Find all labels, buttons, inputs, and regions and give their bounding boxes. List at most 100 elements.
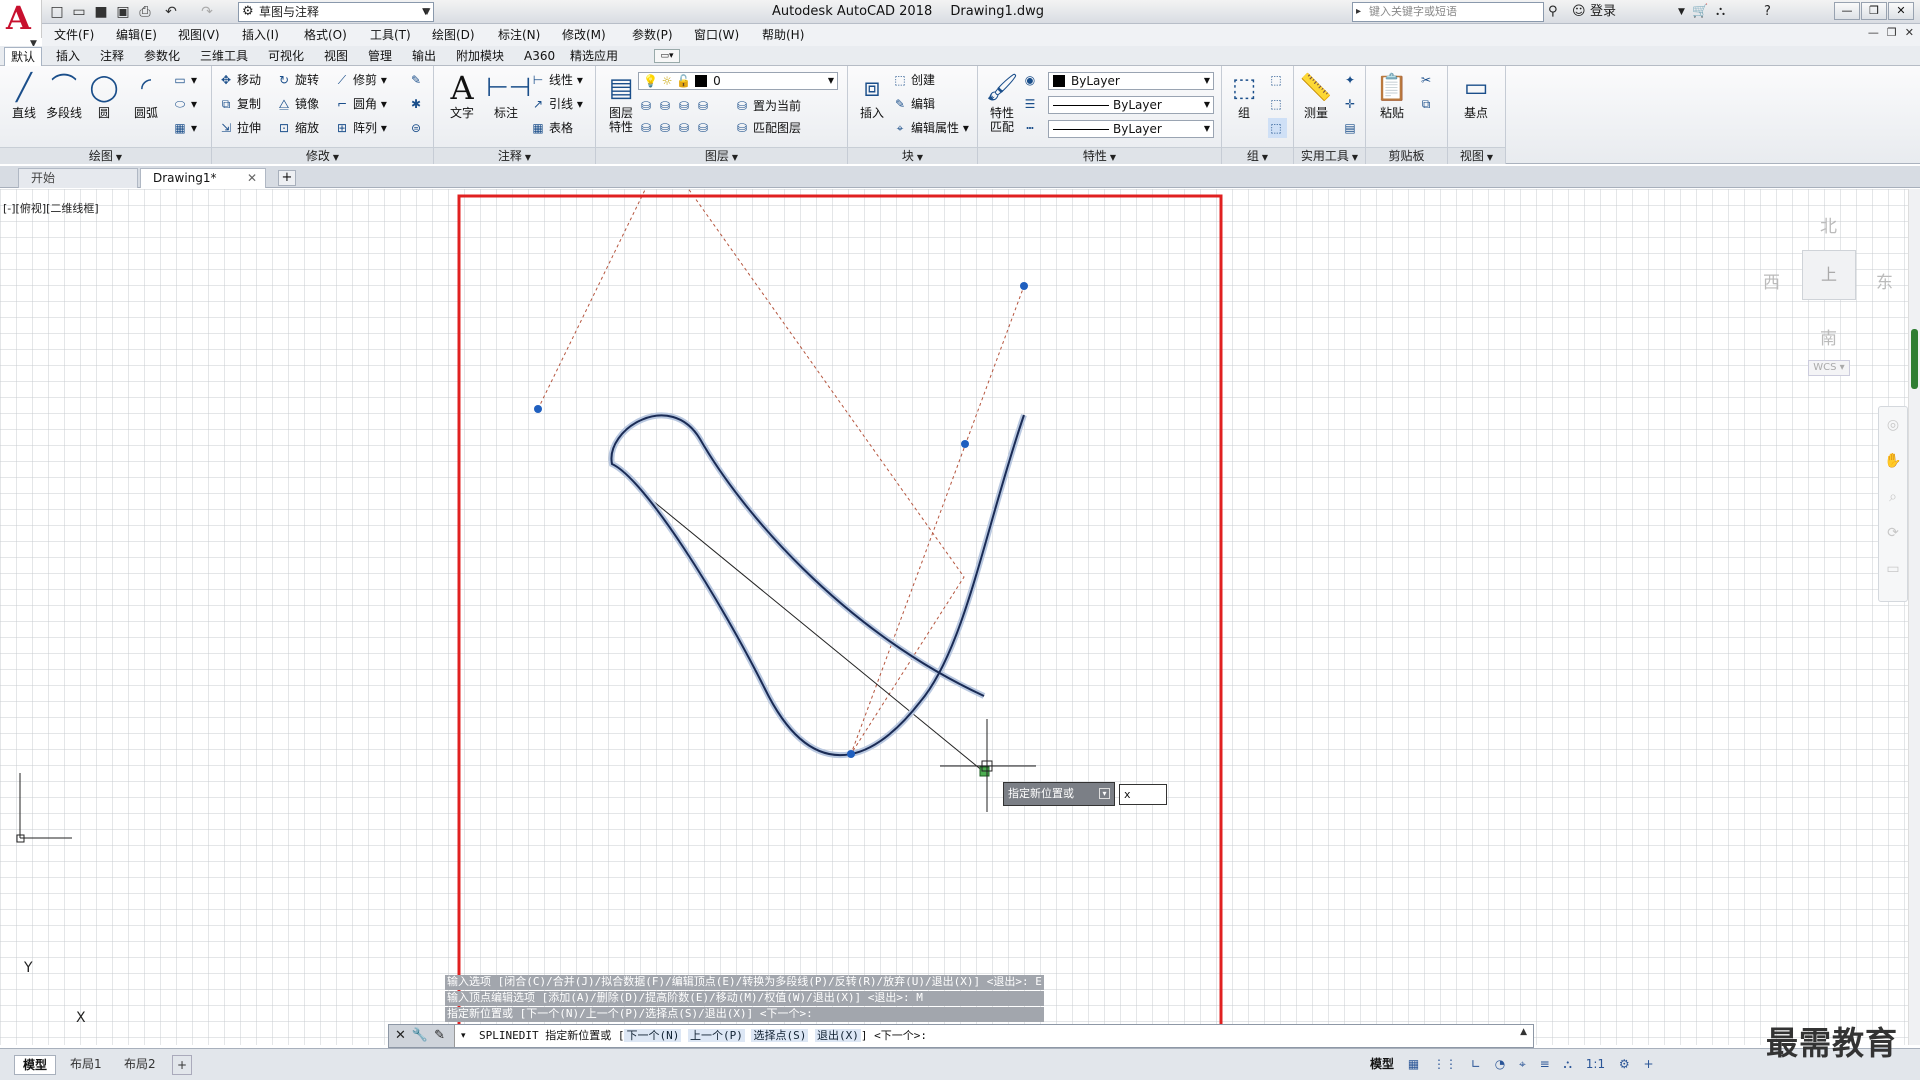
chevron-down-icon[interactable]: ▾ [461, 1025, 466, 1047]
viewcube-east[interactable]: 东 [1876, 268, 1893, 293]
options-arrow-icon[interactable]: ▾ [1099, 788, 1110, 799]
tab-a360[interactable]: A360 [518, 47, 561, 66]
undo-icon[interactable]: ↶ [162, 3, 180, 21]
control-vertex[interactable] [1020, 282, 1028, 290]
tab-parametric[interactable]: 参数化 [138, 47, 186, 66]
binoculars-icon[interactable]: ⚲ [1548, 3, 1558, 21]
menu-dimension[interactable]: 标注(N) [498, 24, 540, 46]
stretch-button[interactable]: ⇲ 拉伸 [218, 118, 261, 138]
orbit-icon[interactable]: ⟳ [1879, 515, 1907, 551]
viewcube-north[interactable]: 北 [1820, 212, 1837, 237]
vertical-scrollbar[interactable] [1908, 189, 1920, 1045]
option-next[interactable]: 下一个(N) [624, 1029, 682, 1042]
color-dropdown[interactable]: ByLayer ▼ [1048, 72, 1214, 90]
snap-icon[interactable]: ⋮⋮ [1433, 1057, 1457, 1071]
doc-close-button[interactable]: ✕ [1905, 26, 1914, 39]
help-icon[interactable]: ? [1764, 3, 1771, 21]
hatch-icon[interactable]: ▦ ▾ [172, 118, 197, 138]
array-button[interactable]: ⊞ 阵列 ▾ [334, 118, 387, 138]
doc-restore-button[interactable]: ❐ [1887, 26, 1897, 39]
tab-insert[interactable]: 插入 [50, 47, 86, 66]
search-input[interactable]: ▸ 键入关键字或短语 [1352, 2, 1544, 22]
panel-title-layers[interactable]: 图层 ▼ [596, 147, 847, 164]
doc-minimize-button[interactable]: — [1868, 26, 1879, 39]
rectangle-icon[interactable]: ▭ ▾ [172, 70, 197, 90]
minimize-button[interactable]: — [1834, 2, 1860, 20]
layout-tab-model[interactable]: 模型 [14, 1055, 57, 1075]
line-button[interactable]: ╱ 直线 [4, 70, 44, 130]
menu-modify[interactable]: 修改(M) [562, 24, 606, 46]
panel-title-draw[interactable]: 绘图 ▼ [0, 147, 211, 164]
layout-tab-layout2[interactable]: 布局2 [116, 1055, 164, 1073]
fillet-button[interactable]: ⌐ 圆角 ▾ [334, 94, 387, 114]
linetype-icon[interactable]: ┅ [1022, 118, 1041, 138]
settings-gear-icon[interactable]: ⚙ [1619, 1057, 1630, 1071]
scale-button[interactable]: ⊡ 缩放 [276, 118, 319, 138]
ortho-icon[interactable]: ∟ [1471, 1057, 1481, 1071]
mirror-button[interactable]: ⧋ 镜像 [276, 94, 319, 114]
redo-icon[interactable]: ↷ [198, 3, 216, 21]
match-properties-button[interactable]: 🖌 特性 匹配 [982, 70, 1022, 134]
trim-button[interactable]: ⟋ 修剪 ▾ [334, 70, 387, 90]
close-icon[interactable]: ✕ [395, 1028, 406, 1043]
maximize-button[interactable]: ❐ [1861, 2, 1887, 20]
copy-button[interactable]: ⧉ 复制 [218, 94, 261, 114]
edit-attributes-button[interactable]: ⌖ 编辑属性 ▾ [892, 118, 969, 138]
ellipse-icon[interactable]: ⬭ ▾ [172, 94, 197, 114]
tab-annotate[interactable]: 注释 [94, 47, 130, 66]
chevron-down-icon[interactable]: ▼ [1678, 3, 1685, 21]
create-block-button[interactable]: ⬚ 创建 [892, 70, 935, 90]
paste-button[interactable]: 📋 粘贴 [1372, 70, 1412, 130]
erase-button[interactable]: ✎ [408, 70, 427, 90]
linetype-dropdown[interactable]: ByLayer ▼ [1048, 96, 1214, 114]
user-icon[interactable]: ☺ [1572, 3, 1586, 21]
set-current-button[interactable]: ⛁ 置为当前 [734, 96, 801, 116]
close-button[interactable]: ✕ [1888, 2, 1914, 20]
panel-title-clipboard[interactable]: 剪贴板 [1366, 147, 1447, 164]
command-line[interactable]: ✕ 🔧 ✎ ▾ SPLINEDIT 指定新位置或 [下一个(N) 上一个(P) 选择… [388, 1024, 1534, 1048]
leader-button[interactable]: ↗ 引线 ▾ [530, 94, 583, 114]
tab-view[interactable]: 视图 [318, 47, 354, 66]
layer-properties-button[interactable]: ▤ 图层 特性 [600, 70, 642, 134]
group-button[interactable]: ⬚ 组 [1224, 70, 1264, 130]
print-icon[interactable]: ⎙ [136, 3, 154, 21]
viewcube-top-face[interactable]: 上 [1802, 250, 1856, 300]
table-button[interactable]: ▦ 表格 [530, 118, 573, 138]
tab-featured-apps[interactable]: 精选应用 [564, 47, 624, 66]
point-icon[interactable]: ✛ [1342, 94, 1361, 114]
match-layer-button[interactable]: ⛁ 匹配图层 [734, 118, 801, 138]
wrench-icon[interactable]: 🔧 [412, 1028, 428, 1043]
scale-label[interactable]: 1:1 [1586, 1057, 1605, 1071]
add-layout-button[interactable]: + [172, 1055, 193, 1075]
showmotion-icon[interactable]: ▭ [1879, 551, 1907, 587]
offset-button[interactable]: ⊜ [408, 118, 427, 138]
close-icon[interactable]: ✕ [247, 169, 257, 188]
menu-tools[interactable]: 工具(T) [370, 24, 411, 46]
panel-title-utilities[interactable]: 实用工具 ▼ [1294, 147, 1365, 164]
menu-draw[interactable]: 绘图(D) [432, 24, 475, 46]
polyline-button[interactable]: ⌒ 多段线 [42, 70, 86, 130]
viewcube-south[interactable]: 南 [1820, 324, 1837, 349]
control-vertex[interactable] [847, 750, 855, 758]
viewcube-west[interactable]: 西 [1763, 268, 1780, 293]
panel-title-annotation[interactable]: 注释 ▼ [434, 147, 595, 164]
edit-block-button[interactable]: ✎ 编辑 [892, 94, 935, 114]
panel-title-properties[interactable]: 特性 ▼ [978, 147, 1221, 164]
color-wheel-icon[interactable]: ◉ [1022, 70, 1041, 90]
viewport-controls[interactable]: [-][俯视][二维线框] [3, 200, 99, 216]
tab-manage[interactable]: 管理 [362, 47, 398, 66]
option-exit[interactable]: 退出(X) [814, 1029, 861, 1042]
panel-title-groups[interactable]: 组 ▼ [1222, 147, 1293, 164]
move-button[interactable]: ✥ 移动 [218, 70, 261, 90]
drawing-canvas[interactable] [0, 189, 1920, 1045]
save-icon[interactable]: ■ [92, 3, 110, 21]
osnap-icon[interactable]: ⌖ [1519, 1057, 1526, 1071]
login-button[interactable]: 登录 [1590, 3, 1616, 21]
control-vertex[interactable] [961, 440, 969, 448]
history-toggle-icon[interactable]: ▲ [1520, 1027, 1527, 1037]
layer-tools-row-1[interactable]: ⛁ ⛁ ⛁ ⛁ [638, 96, 714, 116]
control-vertex[interactable] [534, 405, 542, 413]
dynamic-input-field[interactable]: x [1119, 784, 1167, 805]
group-edit-icon[interactable]: ⬚ [1268, 94, 1287, 114]
tab-output[interactable]: 输出 [406, 47, 442, 66]
